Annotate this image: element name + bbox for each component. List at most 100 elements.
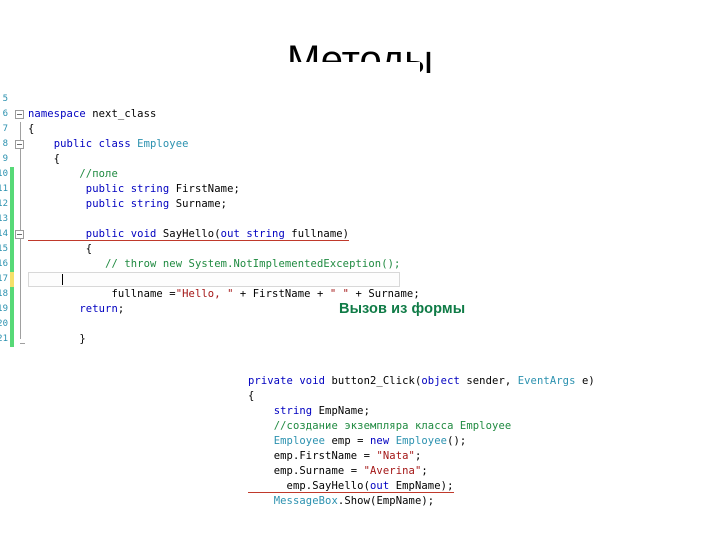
line-number: 20 bbox=[0, 319, 8, 329]
line-number: 11 bbox=[0, 184, 8, 194]
code-fold-gutter[interactable] bbox=[14, 227, 28, 242]
code-line-text: namespace next_class bbox=[28, 108, 157, 120]
line-number: 15 bbox=[0, 244, 8, 254]
collapse-minus-icon[interactable] bbox=[15, 110, 24, 119]
code-line[interactable]: 5 bbox=[0, 92, 420, 107]
collapse-minus-icon[interactable] bbox=[15, 140, 24, 149]
code-fold-gutter[interactable] bbox=[14, 167, 28, 182]
code-line[interactable]: { bbox=[248, 389, 708, 404]
line-number: 13 bbox=[0, 214, 8, 224]
code-fold-gutter[interactable] bbox=[14, 257, 28, 272]
code-line-text: //поле bbox=[79, 168, 118, 180]
code-line-text: { bbox=[28, 123, 35, 135]
fold-guide-line bbox=[20, 272, 21, 287]
fold-guide-line bbox=[20, 242, 21, 257]
code-line-text: public string Surname; bbox=[85, 198, 228, 210]
code-fold-gutter[interactable] bbox=[14, 122, 28, 137]
code-line-text: { bbox=[248, 390, 255, 402]
code-fold-gutter[interactable] bbox=[14, 272, 28, 287]
line-number: 18 bbox=[0, 289, 8, 299]
code-line-text: MessageBox.Show(EmpName); bbox=[273, 495, 435, 507]
code-line[interactable]: emp.Surname = "Averina"; bbox=[248, 464, 708, 479]
code-line-text: emp.FirstName = "Nata"; bbox=[273, 450, 422, 462]
code-fold-gutter[interactable] bbox=[14, 212, 28, 227]
code-line-text: Employee emp = new Employee(); bbox=[273, 435, 467, 447]
line-number: 10 bbox=[0, 169, 8, 179]
code-fold-gutter[interactable] bbox=[14, 182, 28, 197]
code-fold-gutter[interactable] bbox=[14, 242, 28, 257]
line-number: 16 bbox=[0, 259, 8, 269]
line-number: 12 bbox=[0, 199, 8, 209]
fold-guide-line bbox=[20, 317, 21, 332]
code-fold-gutter[interactable] bbox=[14, 107, 28, 122]
line-number: 9 bbox=[2, 154, 8, 164]
code-line[interactable]: 6 namespace next_class bbox=[0, 107, 420, 122]
line-number: 21 bbox=[0, 334, 8, 344]
code-line[interactable]: MessageBox.Show(EmpName); bbox=[248, 494, 708, 509]
code-line-text: public string FirstName; bbox=[85, 183, 240, 195]
code-line[interactable]: 14 public void SayHello(out string fulln… bbox=[0, 227, 420, 242]
code-line-text: public void SayHello(out string fullname… bbox=[28, 227, 420, 242]
code-line[interactable]: 15 { bbox=[0, 242, 420, 257]
code-line[interactable]: 17 bbox=[0, 272, 420, 287]
code-line[interactable]: emp.SayHello(out EmpName); bbox=[248, 479, 708, 494]
fold-guide-line bbox=[20, 182, 21, 197]
line-number: 6 bbox=[2, 109, 8, 119]
fold-guide-line bbox=[20, 212, 21, 227]
text-caret bbox=[62, 274, 63, 285]
fold-guide-line bbox=[20, 197, 21, 212]
code-editor-button-click-handler: private void button2_Click(object sender… bbox=[248, 344, 708, 524]
fold-region-end-icon bbox=[20, 343, 25, 344]
line-number: 14 bbox=[0, 229, 8, 239]
code-line-list: private void button2_Click(object sender… bbox=[248, 374, 708, 509]
code-line[interactable]: 10 //поле bbox=[0, 167, 420, 182]
fold-guide-line bbox=[20, 167, 21, 182]
code-line-text: emp.Surname = "Averina"; bbox=[273, 465, 428, 477]
code-editor-employee-class: 5 6 namespace next_class 7{8 public class E… bbox=[0, 62, 420, 362]
code-fold-gutter[interactable] bbox=[14, 92, 28, 107]
code-line[interactable]: 11 public string FirstName; bbox=[0, 182, 420, 197]
code-fold-gutter[interactable] bbox=[14, 137, 28, 152]
code-line-text: { bbox=[28, 153, 61, 165]
fold-guide-line bbox=[20, 122, 21, 137]
annotation-call-from-form: Вызов из формы bbox=[339, 301, 466, 317]
code-line[interactable]: 7{ bbox=[0, 122, 420, 137]
current-line-highlight bbox=[28, 272, 400, 287]
code-line-text: public class Employee bbox=[53, 138, 189, 150]
code-fold-gutter[interactable] bbox=[14, 152, 28, 167]
line-number: 17 bbox=[0, 274, 8, 284]
code-line-text: { bbox=[28, 243, 93, 255]
code-line-text: emp.SayHello(out EmpName); bbox=[248, 479, 708, 494]
code-line[interactable]: 8 public class Employee bbox=[0, 137, 420, 152]
code-fold-gutter[interactable] bbox=[14, 302, 28, 317]
code-line-text: fullname ="Hello, " + FirstName + " " + … bbox=[111, 288, 420, 300]
code-line[interactable]: 16 // throw new System.NotImplementedExc… bbox=[0, 257, 420, 272]
collapse-minus-icon[interactable] bbox=[15, 230, 24, 239]
code-line-text: string EmpName; bbox=[273, 405, 371, 417]
code-line[interactable]: string EmpName; bbox=[248, 404, 708, 419]
fold-guide-line bbox=[20, 302, 21, 317]
code-line[interactable]: 9 { bbox=[0, 152, 420, 167]
fold-guide-line bbox=[20, 287, 21, 302]
code-line[interactable]: private void button2_Click(object sender… bbox=[248, 374, 708, 389]
code-line[interactable]: Employee emp = new Employee(); bbox=[248, 434, 708, 449]
code-line[interactable]: 12 public string Surname; bbox=[0, 197, 420, 212]
code-line[interactable]: 20 bbox=[0, 317, 420, 332]
fold-guide-line bbox=[20, 332, 21, 339]
line-number: 7 bbox=[2, 124, 8, 134]
code-line[interactable]: 13 bbox=[0, 212, 420, 227]
code-line-text: private void button2_Click(object sender… bbox=[248, 375, 595, 387]
fold-guide-line bbox=[20, 257, 21, 272]
code-fold-gutter[interactable] bbox=[14, 317, 28, 332]
code-fold-gutter[interactable] bbox=[14, 332, 28, 347]
code-line-text: //создание экземпляра класса Employee bbox=[273, 420, 512, 432]
code-line-text: // throw new System.NotImplementedExcept… bbox=[105, 258, 401, 270]
fold-guide-line bbox=[20, 152, 21, 167]
line-number: 19 bbox=[0, 304, 8, 314]
code-line[interactable]: 18 fullname ="Hello, " + FirstName + " "… bbox=[0, 287, 420, 302]
code-line[interactable]: //создание экземпляра класса Employee bbox=[248, 419, 708, 434]
code-fold-gutter[interactable] bbox=[14, 287, 28, 302]
line-number: 5 bbox=[2, 94, 8, 104]
code-line[interactable]: emp.FirstName = "Nata"; bbox=[248, 449, 708, 464]
code-fold-gutter[interactable] bbox=[14, 197, 28, 212]
